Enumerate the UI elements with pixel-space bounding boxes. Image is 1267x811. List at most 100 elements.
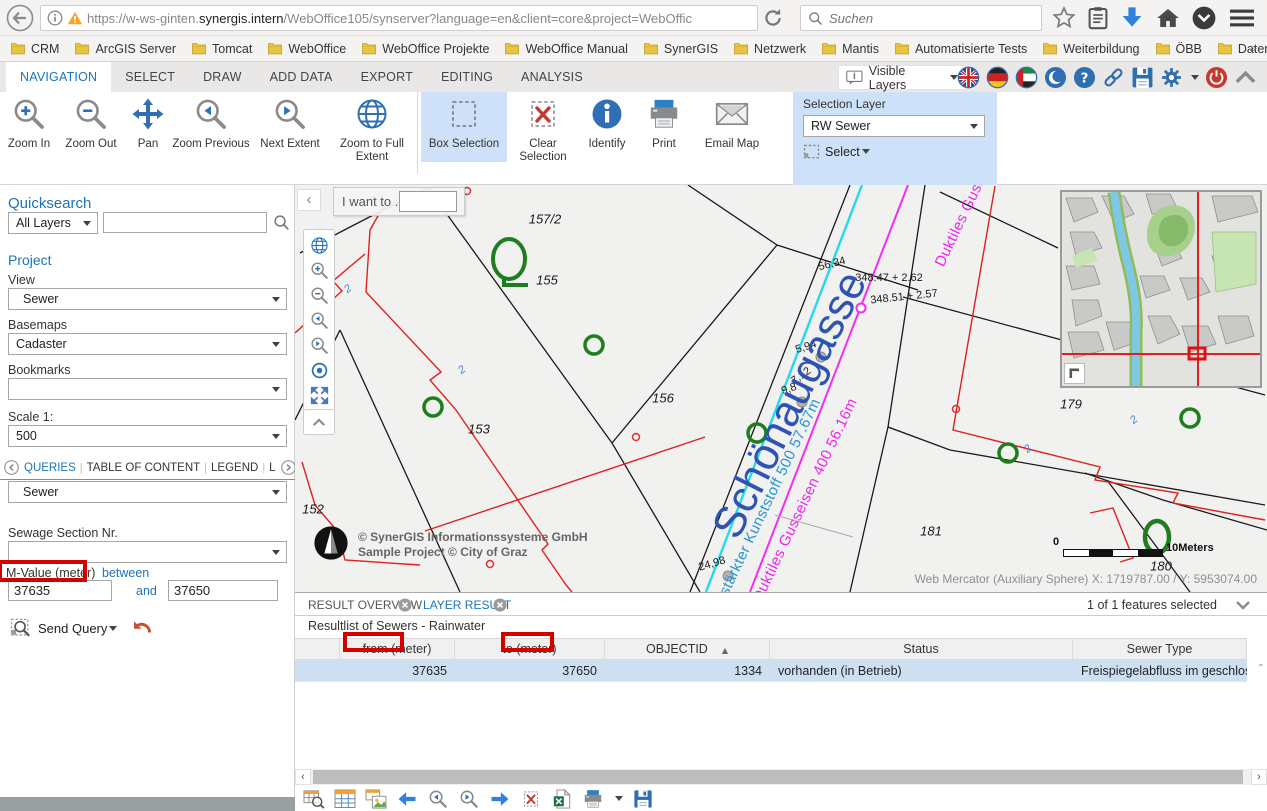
mvalue-from-input[interactable] (8, 580, 112, 601)
help-button[interactable]: ? (1073, 66, 1096, 89)
bookmark-item-mantis[interactable]: Mantis (821, 42, 879, 56)
bookmark-item-arcgis-server[interactable]: ArcGIS Server (74, 42, 176, 56)
send-query-button[interactable]: Send Query (38, 621, 107, 636)
clear-result-selection-button[interactable] (520, 789, 542, 809)
browser-search-input[interactable] (829, 11, 1009, 26)
settings-button[interactable] (1160, 66, 1183, 89)
full-extent-tool[interactable] (304, 383, 334, 408)
map-toolbar-collapse-button[interactable] (303, 409, 335, 435)
result-table-row[interactable]: 37635376501334vorhanden (in Betrieb)Frei… (295, 660, 1247, 682)
query-layer-select[interactable]: Sewer (8, 481, 287, 503)
panel-tabs-right-icon[interactable] (281, 460, 296, 475)
bookmark-item-synergis[interactable]: SynerGIS (643, 42, 718, 56)
language-english-button[interactable] (957, 66, 980, 89)
tool-zoom-to-full-extent[interactable]: Zoom to Full Extent (330, 92, 414, 162)
bookmarks-overflow-button[interactable]: » (1250, 40, 1257, 55)
bookmarks-list-icon[interactable] (1086, 6, 1110, 30)
logout-button[interactable] (1205, 66, 1228, 89)
quicksearch-layer-select[interactable]: All Layers (8, 212, 98, 234)
quicksearch-search-icon[interactable] (273, 214, 290, 231)
tool-zoom-previous[interactable]: Zoom Previous (172, 92, 250, 162)
basemaps-select[interactable]: Cadaster (8, 333, 287, 355)
panel-tab-queries[interactable]: QUERIES (20, 462, 80, 474)
tool-zoom-out[interactable]: Zoom Out (58, 92, 124, 162)
home-icon[interactable] (1156, 6, 1180, 30)
overview-tool[interactable] (304, 233, 334, 258)
sewage-section-select[interactable] (8, 541, 287, 563)
downloads-icon[interactable] (1120, 6, 1144, 30)
column-header-objectid[interactable]: OBJECTID▲ (605, 639, 770, 659)
close-icon[interactable] (398, 598, 412, 612)
previous-record-button[interactable] (396, 789, 418, 809)
result-scrollbar-up[interactable]: ⌃ (1257, 663, 1265, 674)
language-german-button[interactable] (986, 66, 1009, 89)
show-table-button[interactable] (334, 789, 356, 809)
bookmark-item-weboffice-manual[interactable]: WebOffice Manual (504, 42, 627, 56)
scroll-right-icon[interactable]: › (1251, 769, 1267, 785)
zoom-next-result-button[interactable] (458, 789, 480, 809)
scroll-left-icon[interactable]: ‹ (295, 769, 311, 785)
i-want-to-input[interactable] (399, 191, 457, 212)
panel-tab-table-of-content[interactable]: TABLE OF CONTENT (83, 462, 205, 474)
language-arabic-button[interactable] (1015, 66, 1038, 89)
tool-box-selection[interactable]: Box Selection (421, 92, 507, 162)
tool-email-map[interactable]: Email Map (693, 92, 771, 162)
next-record-button[interactable] (489, 789, 511, 809)
tool-print[interactable]: Print (635, 92, 693, 162)
ribbon-tab-editing[interactable]: EDITING (427, 62, 507, 92)
zoom-in-tool[interactable] (304, 258, 334, 283)
collapse-ribbon-button[interactable] (1234, 66, 1257, 89)
tool-pan[interactable]: Pan (124, 92, 172, 162)
ribbon-tab-draw[interactable]: DRAW (189, 62, 256, 92)
bookmark-star-icon[interactable] (1052, 6, 1076, 30)
panel-tabs-left-icon[interactable] (4, 460, 19, 475)
ribbon-tab-analysis[interactable]: ANALYSIS (507, 62, 597, 92)
close-icon[interactable] (493, 598, 507, 612)
mvalue-to-input[interactable] (168, 580, 278, 601)
ribbon-tab-select[interactable]: SELECT (111, 62, 189, 92)
ribbon-tab-export[interactable]: EXPORT (347, 62, 427, 92)
export-excel-button[interactable] (551, 789, 573, 809)
select-tool-button[interactable]: Select (803, 144, 987, 159)
scale-select[interactable]: 500 (8, 425, 287, 447)
zoom-next-tool[interactable] (304, 333, 334, 358)
visible-layers-button[interactable]: Visible Layers (838, 65, 966, 90)
tool-identify[interactable]: Identify (579, 92, 635, 162)
reset-query-icon[interactable] (131, 618, 153, 638)
ribbon-tab-add-data[interactable]: ADD DATA (256, 62, 347, 92)
bookmark-item-netzwerk[interactable]: Netzwerk (733, 42, 806, 56)
column-header-sewer-type[interactable]: Sewer Type (1073, 639, 1247, 659)
sidebar-resize-bar[interactable] (0, 797, 295, 811)
menu-icon[interactable] (1230, 6, 1254, 30)
zoom-to-selected-button[interactable] (303, 789, 325, 809)
browser-search-box[interactable] (800, 5, 1042, 31)
column-header-from-meter-[interactable]: from (meter) (340, 639, 455, 659)
tool-clear-selection[interactable]: Clear Selection (507, 92, 579, 162)
bookmark-item--bb[interactable]: ÖBB (1155, 42, 1202, 56)
bookmark-item-automatisierte-tests[interactable]: Automatisierte Tests (894, 42, 1027, 56)
panel-tab-legend[interactable]: LEGEND (207, 462, 262, 474)
save-result-button[interactable] (632, 789, 654, 809)
bookmark-item-daten[interactable]: Daten (1217, 42, 1267, 56)
overview-map[interactable] (1060, 190, 1262, 388)
overview-collapse-button[interactable] (1064, 363, 1085, 384)
ribbon-tab-navigation[interactable]: NAVIGATION (6, 62, 111, 92)
export-view-button[interactable] (365, 789, 387, 809)
horizontal-scrollbar[interactable]: ‹ › (295, 769, 1267, 785)
url-bar[interactable]: https://w-ws-ginten.synergis.intern/WebO… (40, 5, 758, 31)
bookmark-item-weboffice-projekte[interactable]: WebOffice Projekte (361, 42, 489, 56)
back-icon[interactable] (6, 4, 34, 32)
save-session-button[interactable] (1131, 66, 1154, 89)
bookmark-item-crm[interactable]: CRM (10, 42, 59, 56)
map-canvas[interactable]: 157/215515615315218117918056,34348.47 + … (295, 185, 1267, 592)
print-result-button[interactable] (582, 789, 604, 809)
scrollbar-thumb[interactable] (313, 770, 1243, 784)
chevron-down-icon[interactable] (109, 626, 117, 635)
bookmarks-select[interactable] (8, 378, 287, 400)
default-tool[interactable] (304, 358, 334, 383)
zoom-out-tool[interactable] (304, 283, 334, 308)
share-link-button[interactable] (1102, 66, 1125, 89)
zoom-previous-tool[interactable] (304, 308, 334, 333)
zoom-previous-result-button[interactable] (427, 789, 449, 809)
tool-next-extent[interactable]: Next Extent (250, 92, 330, 162)
